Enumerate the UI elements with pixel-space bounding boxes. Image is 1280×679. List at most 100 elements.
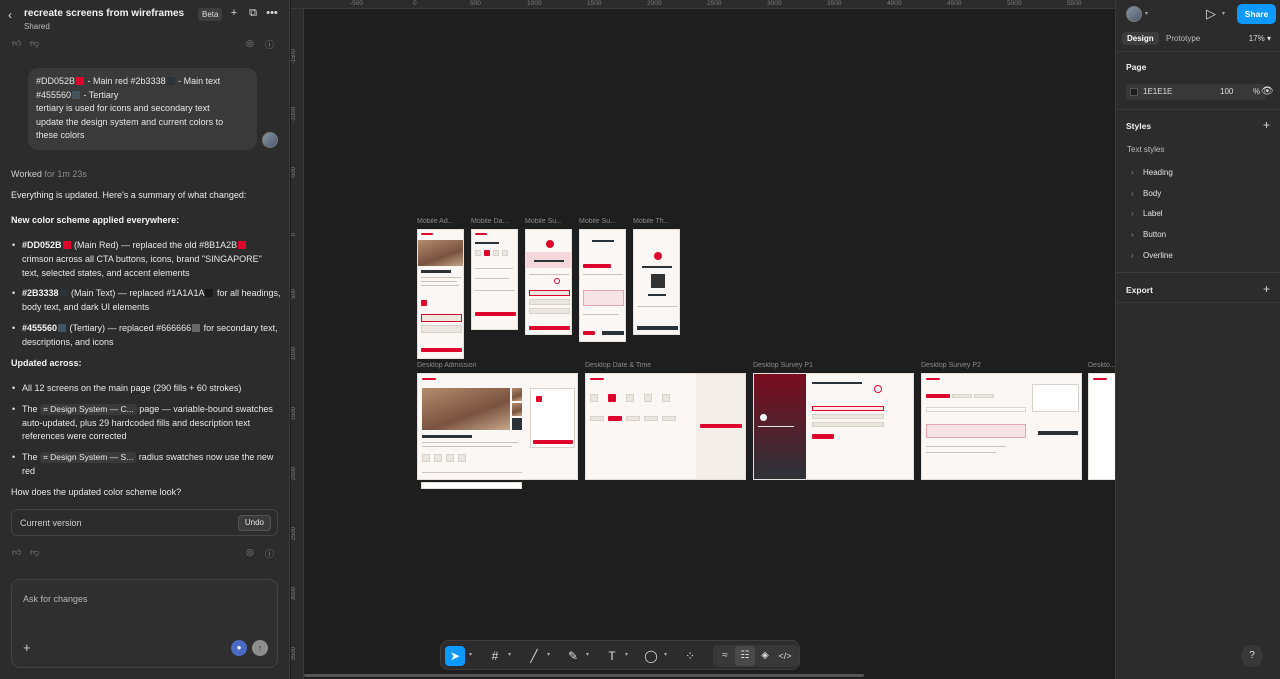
brand-logo: [590, 378, 604, 380]
desktop-survey-p2-frame[interactable]: [921, 373, 1082, 480]
frame-label[interactable]: Desktop Date & Time: [585, 362, 745, 369]
style-item-heading[interactable]: › Heading: [1131, 168, 1173, 177]
chevron-down-icon[interactable]: ▾: [1145, 10, 1148, 17]
text-tool-icon[interactable]: T: [602, 646, 622, 666]
list-item: The ⌗ Design System — S... radius swatch…: [11, 451, 281, 479]
color-swatch: [72, 90, 81, 99]
list-text: The: [22, 403, 41, 414]
frame-label[interactable]: Desktop Survey P2: [921, 362, 1081, 369]
design-canvas[interactable]: -500 0 500 1000 1500 2000 2500 3000 3500…: [291, 0, 1115, 679]
text-line: [583, 274, 623, 275]
heading-line: [422, 435, 472, 438]
style-item-overline[interactable]: › Overline: [1131, 251, 1173, 260]
divider: [1116, 109, 1280, 110]
help-button[interactable]: ?: [1241, 645, 1263, 667]
mobile-survey-1-frame[interactable]: [525, 229, 572, 335]
text-line: [583, 314, 619, 315]
info-icon[interactable]: ⓘ: [265, 38, 274, 51]
figma-icon[interactable]: ◎: [246, 547, 254, 558]
ruler-tick: 3000: [767, 0, 782, 7]
figma-icon[interactable]: ◎: [246, 38, 254, 49]
frame-label[interactable]: Mobile Su...: [525, 218, 573, 225]
page-opacity-value[interactable]: 100: [1220, 87, 1233, 96]
desktop-date-frame[interactable]: [585, 373, 746, 480]
list-item: #455560 (Tertiary) — replaced #666666 fo…: [11, 322, 281, 350]
design-mode-icon[interactable]: ☷: [735, 646, 755, 666]
frame-label[interactable]: Mobile Da...: [471, 218, 519, 225]
style-item-body[interactable]: › Body: [1131, 189, 1161, 198]
section-heading: New color scheme applied everywhere:: [11, 215, 180, 225]
move-tool-icon[interactable]: ➤: [445, 646, 465, 666]
attach-icon[interactable]: +: [23, 640, 31, 655]
page-color-value[interactable]: 1E1E1E: [1143, 87, 1172, 96]
style-item-label[interactable]: › Label: [1131, 209, 1163, 218]
mobile-admission-frame[interactable]: [417, 229, 464, 359]
add-style-icon[interactable]: +: [1263, 118, 1270, 132]
new-chat-icon[interactable]: +: [227, 6, 241, 20]
frame-label[interactable]: Mobile Su...: [579, 218, 627, 225]
worked-status: Worked for 1m 23s: [11, 169, 87, 179]
style-item-button[interactable]: › Button: [1131, 230, 1166, 239]
user-avatar[interactable]: [1126, 6, 1142, 22]
ruler-tick: 1000: [527, 0, 542, 7]
cta-button: [475, 312, 516, 316]
ruler-tick: 2500: [707, 0, 722, 7]
page-fill-field[interactable]: 1E1E1E 100 %: [1126, 84, 1266, 100]
survey-icon: [546, 240, 554, 248]
text-line: [421, 285, 459, 286]
dev-mode-icon[interactable]: </>: [775, 646, 795, 666]
add-export-icon[interactable]: +: [1263, 282, 1270, 296]
microphone-icon[interactable]: ●: [231, 640, 247, 656]
page-chip[interactable]: ⌗ Design System — S...: [40, 452, 137, 464]
comment-tool-icon[interactable]: ◯: [641, 646, 661, 666]
back-icon[interactable]: ‹: [8, 8, 12, 22]
chevron-down-icon[interactable]: ▾: [625, 651, 628, 658]
chevron-down-icon[interactable]: ▾: [508, 651, 511, 658]
eye-icon[interactable]: 👁︎: [1261, 86, 1274, 97]
updated-across-list: All 12 screens on the main page (290 fil…: [11, 382, 281, 486]
draw-mode-icon[interactable]: ≈: [715, 646, 735, 666]
rating-selected: [874, 385, 882, 393]
mobile-thanks-frame[interactable]: [633, 229, 680, 335]
chevron-down-icon[interactable]: ▾: [469, 651, 472, 658]
color-swatch: [59, 289, 68, 298]
play-icon[interactable]: ▷: [1206, 6, 1216, 22]
mobile-date-frame[interactable]: [471, 229, 518, 330]
thumbs-up-icon[interactable]: 👍︎: [12, 547, 21, 558]
frame-label[interactable]: Mobile Th...: [633, 218, 681, 225]
share-button[interactable]: Share: [1237, 4, 1276, 24]
send-icon[interactable]: ↑: [252, 640, 268, 656]
color-swatch[interactable]: [1130, 88, 1138, 96]
desktop-admission-frame[interactable]: [417, 373, 578, 480]
frame-label[interactable]: Deskto...: [1088, 362, 1115, 369]
chevron-down-icon[interactable]: ▾: [1222, 10, 1225, 17]
actions-icon[interactable]: ⁘: [680, 646, 700, 666]
mobile-survey-2-frame[interactable]: [579, 229, 626, 342]
chevron-down-icon[interactable]: ▾: [664, 651, 667, 658]
desktop-frame-partial[interactable]: [1088, 373, 1115, 480]
desktop-survey-p1-frame[interactable]: [753, 373, 914, 480]
annotate-mode-icon[interactable]: ◈: [755, 646, 775, 666]
info-icon[interactable]: ⓘ: [265, 547, 274, 560]
thumbs-up-icon[interactable]: 👍︎: [12, 38, 21, 49]
chat-input[interactable]: Ask for changes + ● ↑: [11, 579, 278, 668]
open-external-icon[interactable]: ⧉: [246, 6, 260, 20]
tab-design[interactable]: Design: [1122, 32, 1159, 45]
more-options-icon[interactable]: •••: [265, 6, 279, 20]
chevron-down-icon[interactable]: ▾: [586, 651, 589, 658]
user-message: #DD052B - Main red #2b3338 - Main text #…: [28, 68, 257, 150]
thumbs-down-icon[interactable]: 👎︎: [30, 38, 39, 49]
thumbs-down-icon[interactable]: 👎︎: [30, 547, 39, 558]
pen-tool-icon[interactable]: ✎: [563, 646, 583, 666]
page-chip[interactable]: ⌗ Design System — C...: [40, 403, 137, 415]
chevron-down-icon[interactable]: ▾: [547, 651, 550, 658]
frame-label[interactable]: Mobile Ad...: [417, 218, 465, 225]
zoom-level[interactable]: 17% ▾: [1249, 34, 1271, 43]
line-tool-icon[interactable]: ╱: [524, 646, 544, 666]
horizontal-scrollbar[interactable]: [304, 674, 864, 677]
frame-label[interactable]: Desktop Admission: [417, 362, 577, 369]
frame-label[interactable]: Desktop Survey P1: [753, 362, 913, 369]
undo-button[interactable]: Undo: [237, 515, 271, 531]
frame-tool-icon[interactable]: #: [485, 646, 505, 666]
tab-prototype[interactable]: Prototype: [1161, 32, 1205, 45]
